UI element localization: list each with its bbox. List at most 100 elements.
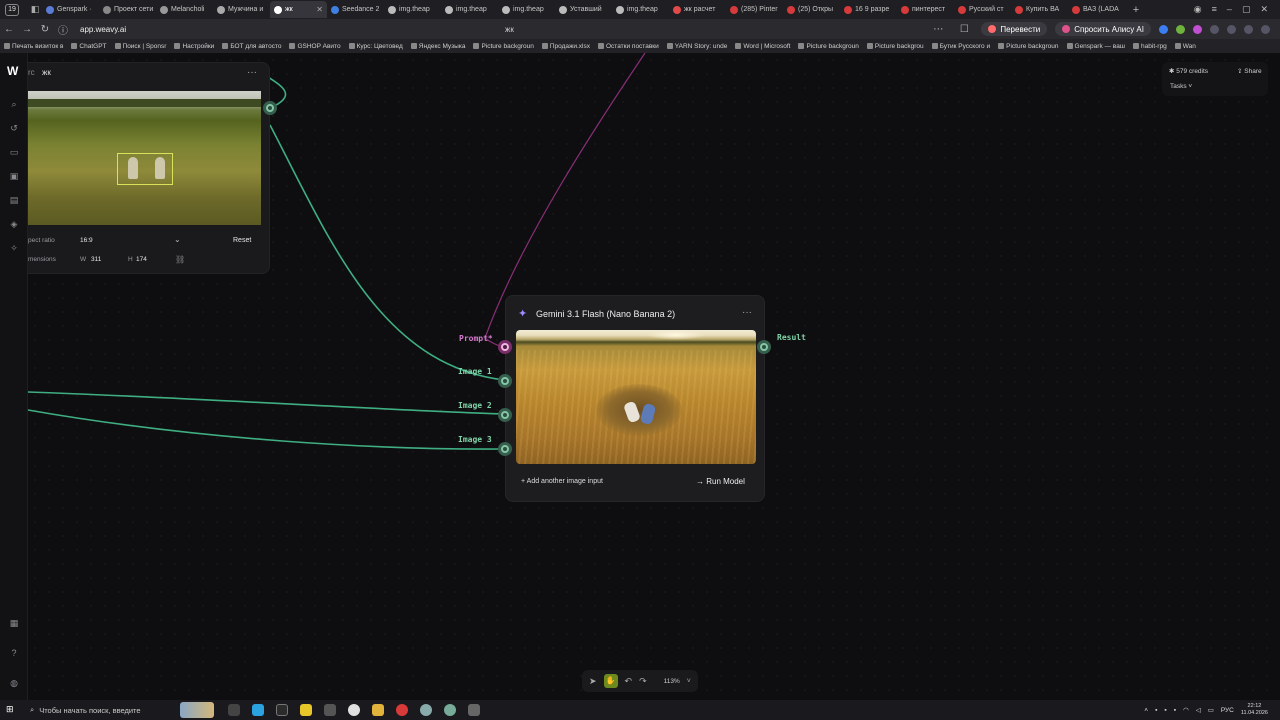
chevron-down-icon[interactable]: ⌄ [174, 235, 181, 244]
taskbar-search[interactable]: ⌕ Чтобы начать поиск, введите [26, 702, 176, 718]
browser-tab[interactable]: img.theap [441, 1, 498, 18]
language-indicator[interactable]: РУС [1221, 707, 1234, 714]
extension-icon[interactable] [1159, 24, 1168, 34]
bookmark-item[interactable]: Word | Microsoft [731, 43, 794, 50]
close-tab-icon[interactable]: ✕ [316, 5, 323, 14]
gemini-model-node[interactable]: ✦ Gemini 3.1 Flash (Nano Banana 2) ··· +… [505, 295, 765, 502]
node-title[interactable]: жк [42, 68, 51, 77]
app-icon[interactable] [324, 704, 336, 716]
more-icon[interactable]: ⋯ [929, 24, 947, 35]
browser-tab[interactable]: пинтерест [897, 1, 954, 18]
bookmark-item[interactable]: Picture backgrou [863, 43, 928, 50]
browser-tab[interactable]: жк ✕ [270, 1, 327, 18]
browser-tab[interactable]: Уставший [555, 1, 612, 18]
credits-counter[interactable]: ✱ 579 credits [1169, 67, 1208, 75]
bookmark-item[interactable]: Курс: Цветовед [345, 43, 407, 50]
chevron-up-icon[interactable]: ˄ [1144, 707, 1148, 714]
ask-alice-button[interactable]: Спросить Алису AI [1055, 22, 1151, 36]
browser-tab[interactable]: Seedance 2 [327, 1, 384, 18]
extension-icon[interactable] [1244, 24, 1253, 34]
history-icon[interactable]: ↺ [9, 123, 19, 133]
hand-tool-icon[interactable]: ✋ [603, 674, 618, 688]
battery-icon[interactable]: ▭ [1208, 706, 1214, 714]
browser-tab[interactable]: (25) Откры [783, 1, 840, 18]
maximize-icon[interactable]: ▢ [1242, 4, 1251, 15]
bookmark-item[interactable]: Genspark — ваш [1063, 43, 1130, 50]
task-view-icon[interactable] [228, 704, 240, 716]
app-icon[interactable] [420, 704, 432, 716]
zoom-level[interactable]: 113% [664, 678, 680, 685]
crop-output-handle[interactable] [263, 101, 277, 115]
bookmark-icon[interactable]: ☐ [955, 24, 973, 35]
bookmark-item[interactable]: Настройки [170, 43, 218, 50]
browser-tab[interactable]: Русский ст [954, 1, 1011, 18]
bookmark-item[interactable]: GSHOP Авито [285, 43, 344, 50]
back-icon[interactable]: ← [0, 24, 18, 35]
bookmark-item[interactable]: Яндекс Музыка [407, 43, 470, 50]
telegram-icon[interactable] [252, 704, 264, 716]
tasks-dropdown[interactable]: Tasks ˅ [1170, 83, 1192, 90]
tools-icon[interactable]: ✧ [9, 243, 19, 253]
weavy-logo[interactable]: W [7, 64, 18, 78]
extension-icon[interactable] [1227, 24, 1236, 34]
browser-tab[interactable]: Genspark · [42, 1, 99, 18]
app-icon[interactable] [396, 704, 408, 716]
app-icon[interactable] [276, 704, 288, 716]
redo-icon[interactable]: ↷ [639, 676, 647, 687]
search-highlight-image[interactable] [180, 702, 214, 718]
extension-icon[interactable] [1210, 24, 1219, 34]
browser-tab[interactable]: Melancholi [156, 1, 213, 18]
close-window-icon[interactable]: ✕ [1260, 4, 1268, 15]
file-explorer-icon[interactable] [372, 704, 384, 716]
bookmark-item[interactable]: Продажи.xlsx [538, 43, 594, 50]
reset-button[interactable]: Reset [233, 237, 251, 244]
node-title[interactable]: Gemini 3.1 Flash (Nano Banana 2) [536, 309, 675, 319]
pointer-tool-icon[interactable]: ➤ [589, 676, 597, 687]
minimize-icon[interactable]: – [1227, 4, 1232, 15]
forward-icon[interactable]: → [18, 24, 36, 35]
bookmark-item[interactable]: Печать визиток в [0, 43, 67, 50]
browser-tab[interactable]: Мужчина и [213, 1, 270, 18]
tab-count-badge[interactable]: 19 [5, 3, 19, 16]
url-field[interactable]: app.weavy.ai [80, 25, 400, 34]
chevron-down-icon[interactable]: ˅ [687, 678, 691, 685]
aspect-ratio-select[interactable]: 16:9 [80, 237, 93, 244]
extension-icon[interactable] [1176, 24, 1185, 34]
browser-tab[interactable]: img.theap [612, 1, 669, 18]
crop-preview-image[interactable] [28, 91, 261, 225]
video-icon[interactable]: ▤ [9, 195, 19, 205]
discord-icon[interactable]: ◍ [9, 678, 19, 688]
image2-input-handle[interactable] [498, 408, 512, 422]
height-input[interactable]: 174 [136, 256, 147, 263]
briefcase-icon[interactable]: ▭ [9, 147, 19, 157]
app-icon[interactable] [444, 704, 456, 716]
bookmark-item[interactable]: Остатки поставки [594, 43, 663, 50]
reload-icon[interactable]: ↻ [36, 24, 54, 35]
bookmark-item[interactable]: Picture backgroun [994, 43, 1062, 50]
image3-input-handle[interactable] [498, 442, 512, 456]
models-icon[interactable]: ◈ [9, 219, 19, 229]
browser-tab[interactable]: img.theap [384, 1, 441, 18]
crop-selection-box[interactable] [117, 153, 173, 185]
browser-tab[interactable]: 16 9 разре [840, 1, 897, 18]
prompt-input-handle[interactable] [498, 340, 512, 354]
yandex-browser-icon[interactable] [348, 704, 360, 716]
image-icon[interactable]: ▣ [9, 171, 19, 181]
start-icon[interactable]: ⊞ [6, 704, 18, 716]
bookmark-item[interactable]: БОТ для автосто [218, 43, 285, 50]
extension-icon[interactable] [1193, 24, 1202, 34]
crop-node[interactable]: rc жк ··· pect ratio 16:9 ⌄ Reset mensio… [28, 62, 270, 274]
link-icon[interactable]: ⛓ [175, 255, 185, 264]
browser-tab[interactable]: Купить ВА [1011, 1, 1068, 18]
browser-tab[interactable]: Проект сети [99, 1, 156, 18]
share-button[interactable]: ⇪ Share [1237, 67, 1262, 75]
browser-tab[interactable]: ВАЗ (LADA [1068, 1, 1125, 18]
help-icon[interactable]: ? [9, 648, 19, 658]
node-menu-button[interactable]: ··· [247, 67, 257, 78]
profile-icon[interactable]: ◉ [1194, 4, 1202, 15]
new-tab-button[interactable]: + [1129, 4, 1143, 16]
run-model-button[interactable]: → Run Model [696, 477, 745, 486]
result-preview-image[interactable] [516, 330, 756, 464]
tray-icon[interactable]: ▪ [1164, 707, 1166, 714]
browser-tab[interactable]: (285) Pinter [726, 1, 783, 18]
